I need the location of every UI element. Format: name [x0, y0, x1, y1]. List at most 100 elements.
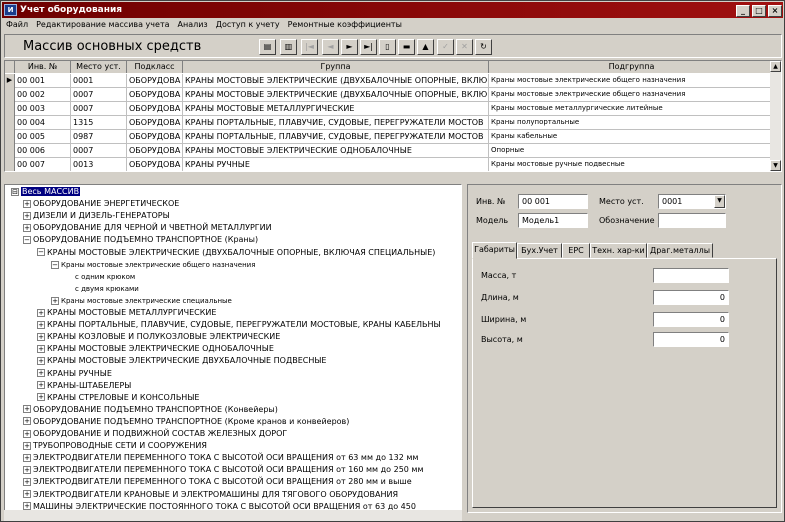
expand-icon[interactable]: + — [23, 453, 31, 462]
expand-icon[interactable]: + — [23, 465, 31, 474]
table-row[interactable]: 00 006 0007 ОБОРУДОВА КРАНЫ МОСТОВЫЕ ЭЛЕКТР… — [5, 144, 775, 158]
cell-subclass[interactable]: ОБОРУДОВА — [127, 158, 183, 171]
mass-field[interactable] — [653, 268, 729, 283]
scroll-up-icon[interactable]: ▲ — [770, 61, 781, 72]
cell-inv[interactable]: 00 007 — [15, 158, 71, 171]
chevron-down-icon[interactable]: ▼ — [714, 195, 725, 208]
tree-node[interactable]: + КРАНЫ МОСТОВЫЕ МЕТАЛЛУРГИЧЕСКИЕ — [37, 307, 216, 319]
tree-node[interactable]: + КРАНЫ КОЗЛОВЫЕ И ПОЛУКОЗЛОВЫЕ ЭЛЕКТРИЧЕ… — [37, 331, 280, 343]
cell-place[interactable]: 0007 — [71, 144, 127, 158]
tree-node-label[interactable]: КРАНЫ ПОРТАЛЬНЫЕ, ПЛАВУЧИЕ, СУДОВЫЕ, ПЕР… — [47, 320, 441, 329]
cell-place[interactable]: 1315 — [71, 116, 127, 130]
tree-node-label[interactable]: ОБОРУДОВАНИЕ ПОДЪЕМНО ТРАНСПОРТНОЕ (Кран… — [33, 235, 258, 244]
expand-icon[interactable]: + — [51, 296, 59, 305]
tab-dimensions[interactable]: Габариты — [472, 242, 517, 259]
minimize-button[interactable]: _ — [736, 5, 750, 17]
tree-node[interactable]: + ОБОРУДОВАНИЕ ДЛЯ ЧЕРНОЙ И ЧВЕТНОЙ МЕТАЛ… — [23, 222, 272, 234]
expand-icon[interactable]: + — [23, 477, 31, 486]
cell-subgroup[interactable]: Краны мостовые электрические общего назн… — [489, 88, 775, 102]
tree-node-label[interactable]: КРАНЫ КОЗЛОВЫЕ И ПОЛУКОЗЛОВЫЕ ЭЛЕКТРИЧЕС… — [47, 332, 280, 341]
expand-icon[interactable]: + — [37, 369, 45, 377]
collapse-icon[interactable]: − — [51, 260, 59, 269]
tree-node-label[interactable]: ДИЗЕЛИ И ДИЗЕЛЬ-ГЕНЕРАТОРЫ — [33, 211, 170, 220]
tree-node-label[interactable]: с двумя крюками — [75, 285, 139, 293]
tree-node-label[interactable]: ЭЛЕКТРОДВИГАТЕЛИ КРАНОВЫЕ И ЭЛЕКТРОМАШИН… — [33, 490, 398, 499]
expand-icon[interactable]: + — [37, 320, 45, 329]
cell-subclass[interactable]: ОБОРУДОВА — [127, 74, 183, 88]
tree-node[interactable]: + КРАНЫ ПОРТАЛЬНЫЕ, ПЛАВУЧИЕ, СУДОВЫЕ, ПЕ… — [37, 319, 441, 331]
cell-subgroup[interactable]: Краны кабельные — [489, 130, 775, 144]
table-row[interactable]: ▶ 00 001 0001 ОБОРУДОВА КРАНЫ МОСТОВЫЕ ЭЛЕКТ… — [5, 74, 775, 88]
tree-node[interactable]: с одним крюком — [65, 271, 135, 283]
tree-node[interactable]: + КРАНЫ СТРЕЛОВЫЕ И КОНСОЛЬНЫЕ — [37, 392, 199, 404]
width-field[interactable]: 0 — [653, 312, 729, 327]
tree-node[interactable]: + ОБОРУДОВАНИЕ ЭНЕРГЕТИЧЕСКОЕ — [23, 198, 179, 210]
expand-icon[interactable]: + — [23, 211, 31, 220]
tree-node[interactable]: + КРАНЫ-ШТАБЕЛЕРЫ — [37, 380, 131, 392]
tree-node[interactable]: + Краны мостовые электрические специальны… — [51, 295, 232, 307]
tree-node-label[interactable]: ТРУБОПРОВОДНЫЕ СЕТИ И СООРУЖЕНИЯ — [33, 441, 207, 450]
tree-node[interactable]: + КРАНЫ РУЧНЫЕ — [37, 368, 112, 380]
expand-icon[interactable]: + — [37, 381, 45, 390]
tree-node[interactable]: с двумя крюками — [65, 283, 139, 295]
tree-node-label[interactable]: Краны мостовые электрические специальные — [61, 297, 232, 305]
place-select[interactable]: 0001 ▼ — [658, 194, 726, 209]
tab-precious-metals[interactable]: Драг.металлы — [647, 243, 713, 258]
cell-place[interactable]: 0007 — [71, 88, 127, 102]
new-icon[interactable]: ▯ — [379, 39, 396, 55]
tree-node[interactable]: + ЭЛЕКТРОДВИГАТЕЛИ ПЕРЕМЕННОГО ТОКА С ВЫС… — [23, 476, 412, 488]
close-button[interactable]: × — [768, 5, 782, 17]
cell-place[interactable]: 0007 — [71, 102, 127, 116]
tree-node-label[interactable]: КРАНЫ-ШТАБЕЛЕРЫ — [47, 381, 131, 390]
cell-inv[interactable]: 00 004 — [15, 116, 71, 130]
cell-subclass[interactable]: ОБОРУДОВА — [127, 144, 183, 158]
expand-icon[interactable]: + — [23, 441, 31, 450]
column-header-group[interactable]: Группа — [183, 61, 489, 73]
tree-node-label[interactable]: КРАНЫ МОСТОВЫЕ ЭЛЕКТРИЧЕСКИЕ ОДНОБАЛОЧНЫ… — [47, 344, 274, 353]
cell-group[interactable]: КРАНЫ МОСТОВЫЕ ЭЛЕКТРИЧЕСКИЕ (ДВУХБАЛОЧН… — [183, 74, 489, 88]
cell-subgroup[interactable]: Краны мостовые металлургические литейные — [489, 102, 775, 116]
cell-subgroup[interactable]: Краны мостовые электрические общего назн… — [489, 74, 775, 88]
height-field[interactable]: 0 — [653, 332, 729, 347]
grid-scrollbar[interactable]: ▲ ▼ — [770, 61, 781, 171]
tab-accounting[interactable]: Бух.Учет — [517, 243, 562, 258]
cell-place[interactable]: 0987 — [71, 130, 127, 144]
row-indicator[interactable] — [5, 102, 15, 116]
inv-field[interactable]: 00 001 — [518, 194, 588, 209]
table-row[interactable]: 00 004 1315 ОБОРУДОВА КРАНЫ ПОРТАЛЬНЫЕ, ПЛА… — [5, 116, 775, 130]
cell-group[interactable]: КРАНЫ ПОРТАЛЬНЫЕ, ПЛАВУЧИЕ, СУДОВЫЕ, ПЕР… — [183, 130, 489, 144]
tree-node[interactable]: + ЭЛЕКТРОДВИГАТЕЛИ КРАНОВЫЕ И ЭЛЕКТРОМАШИ… — [23, 489, 398, 501]
row-indicator[interactable] — [5, 158, 15, 171]
expand-icon[interactable]: + — [37, 393, 45, 402]
menu-repair-coefficients[interactable]: Ремонтные коэффициенты — [284, 18, 406, 32]
cell-inv[interactable]: 00 001 — [15, 74, 71, 88]
cancel-icon[interactable]: ✕ — [456, 39, 473, 55]
expand-icon[interactable]: + — [23, 502, 31, 511]
tree-node-label[interactable]: ОБОРУДОВАНИЕ И ПОДВИЖНОЙ СОСТАВ ЖЕЛЕЗНЫХ… — [33, 429, 287, 438]
tree-node[interactable]: + ЭЛЕКТРОДВИГАТЕЛИ ПЕРЕМЕННОГО ТОКА С ВЫС… — [23, 464, 423, 476]
row-indicator[interactable] — [5, 88, 15, 102]
tree-node-label[interactable]: ОБОРУДОВАНИЕ ДЛЯ ЧЕРНОЙ И ЧВЕТНОЙ МЕТАЛЛ… — [33, 223, 272, 232]
tree-node[interactable]: + ОБОРУДОВАНИЕ И ПОДВИЖНОЙ СОСТАВ ЖЕЛЕЗНЫ… — [23, 428, 287, 440]
tree-node-label[interactable]: Краны мостовые электрические общего назн… — [61, 261, 255, 269]
tree-node[interactable]: + ДИЗЕЛИ И ДИЗЕЛЬ-ГЕНЕРАТОРЫ — [23, 210, 170, 222]
tree-node-label[interactable]: ОБОРУДОВАНИЕ ПОДЪЕМНО ТРАНСПОРТНОЕ (Конв… — [33, 405, 278, 414]
menu-file[interactable]: Файл — [2, 18, 32, 32]
column-header-subclass[interactable]: Подкласс — [127, 61, 183, 73]
tree-node[interactable]: + ОБОРУДОВАНИЕ ПОДЪЕМНО ТРАНСПОРТНОЕ (Кон… — [23, 404, 278, 416]
first-icon[interactable]: |◄ — [301, 39, 318, 55]
tree-node-label[interactable]: КРАНЫ МОСТОВЫЕ ЭЛЕКТРИЧЕСКИЕ ДВУХБАЛОЧНЫ… — [47, 356, 326, 365]
tree-node-label[interactable]: ОБОРУДОВАНИЕ ПОДЪЕМНО ТРАНСПОРТНОЕ (Кром… — [33, 417, 349, 426]
cell-subclass[interactable]: ОБОРУДОВА — [127, 130, 183, 144]
tree-horizontal-scrollbar[interactable] — [4, 510, 462, 521]
collapse-icon[interactable]: − — [37, 248, 45, 256]
tree-node-label[interactable]: КРАНЫ МОСТОВЫЕ ЭЛЕКТРИЧЕСКИЕ (ДВУХБАЛОЧН… — [47, 248, 435, 257]
tree-node[interactable]: + ТРУБОПРОВОДНЫЕ СЕТИ И СООРУЖЕНИЯ — [23, 440, 207, 452]
expand-icon[interactable]: + — [23, 429, 31, 438]
expand-icon[interactable]: + — [23, 223, 31, 232]
tree-node[interactable]: − ОБОРУДОВАНИЕ ПОДЪЕМНО ТРАНСПОРТНОЕ (Кра… — [23, 234, 258, 246]
last-icon[interactable]: ►| — [360, 39, 377, 55]
length-field[interactable]: 0 — [653, 290, 729, 305]
expand-icon[interactable]: + — [37, 344, 45, 353]
cell-subclass[interactable]: ОБОРУДОВА — [127, 88, 183, 102]
